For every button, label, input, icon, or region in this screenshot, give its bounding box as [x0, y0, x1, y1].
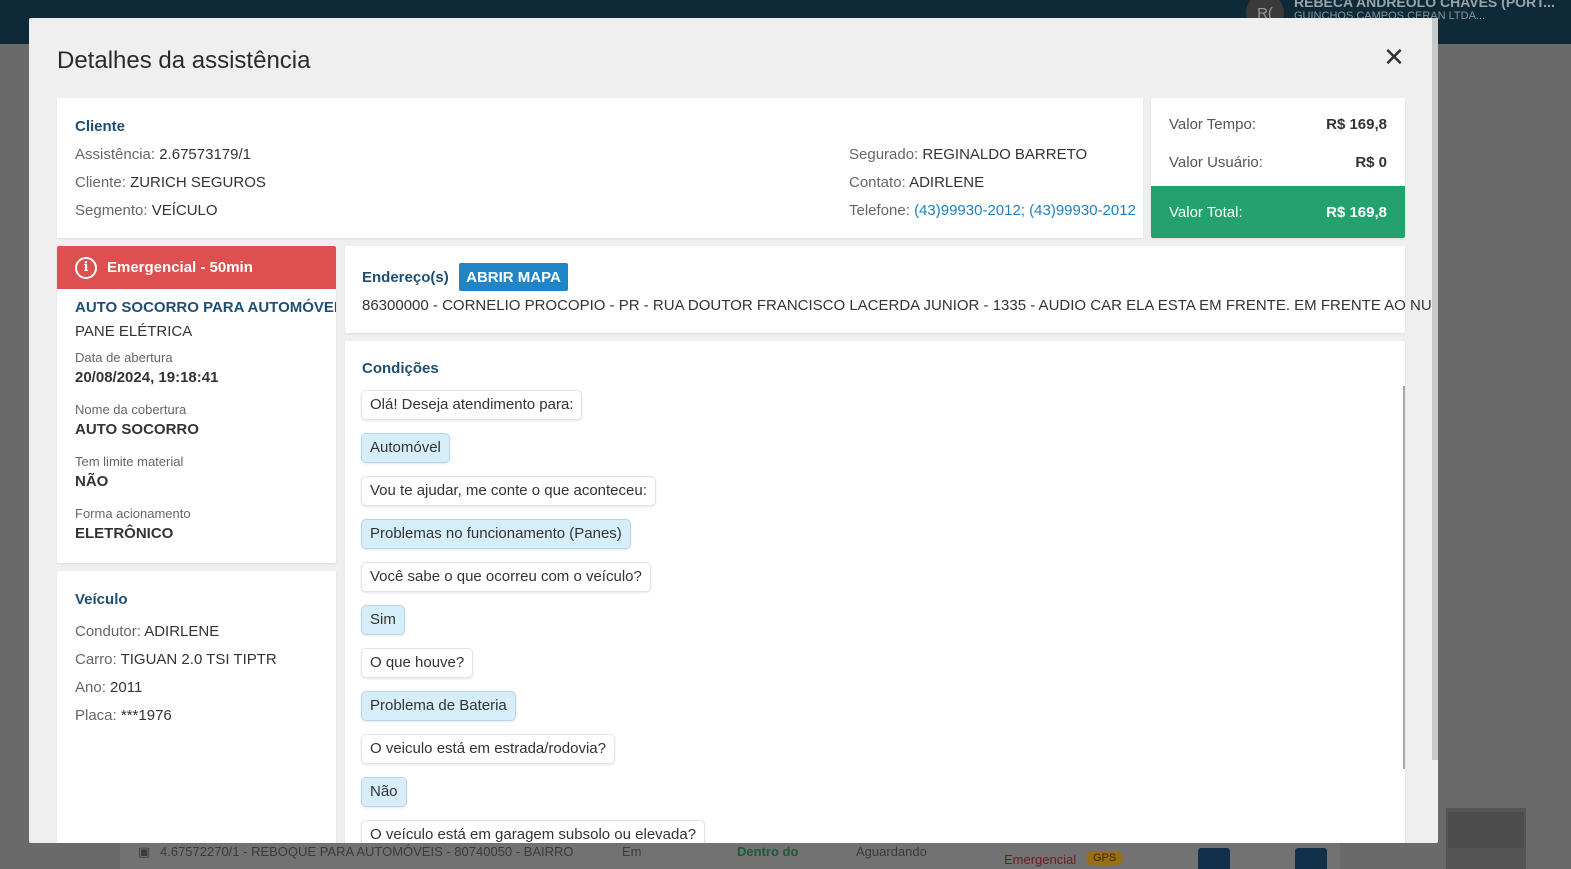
- address-text: 86300000 - CORNELIO PROCOPIO - PR - RUA …: [362, 297, 1438, 314]
- service-title: AUTO SOCORRO PARA AUTOMÓVEIS: [75, 299, 336, 316]
- background-user-name: REBECA ANDREOLO CHAVES (PORT...: [1294, 0, 1555, 10]
- question-bubble: O veículo está em garagem subsolo ou ele…: [362, 821, 705, 843]
- contact: Contato: ADIRLENE: [849, 174, 985, 191]
- assistance-details-modal: Detalhes da assistência ✕ Cliente Assist…: [29, 18, 1438, 843]
- client-card: Cliente Assistência: 2.67573179/1 Client…: [57, 98, 1143, 238]
- conditions-card: Condições Olá! Deseja atendimento para: A…: [345, 341, 1405, 843]
- question-bubble: Olá! Deseja atendimento para:: [362, 391, 582, 419]
- address-card: Endereço(s) ABRIR MAPA 86300000 - CORNEL…: [345, 246, 1438, 333]
- opening-date-field: Data de abertura 20/08/2024, 19:18:41: [75, 350, 219, 386]
- answer-bubble: Problemas no funcionamento (Panes): [362, 520, 630, 548]
- emergency-alert: i Emergencial - 50min: [57, 246, 336, 289]
- address-section-title: Endereço(s): [362, 269, 449, 286]
- assistance-number: Assistência: 2.67573179/1: [75, 146, 251, 163]
- background-row-service: 4.67572270/1 - REBOQUE PARA AUTOMÓVEIS -…: [160, 844, 574, 859]
- material-limit-field: Tem limite material NÃO: [75, 454, 184, 490]
- answer-bubble: Não: [362, 778, 406, 806]
- background-row-priority: Emergencial: [1004, 852, 1077, 867]
- answer-bubble: Automóvel: [362, 434, 449, 462]
- car-model: Carro: TIGUAN 2.0 TSI TIPTR: [75, 651, 277, 668]
- answer-bubble: Problema de Bateria: [362, 692, 515, 720]
- background-row-status1: Em: [622, 844, 642, 859]
- phone: Telefone: (43)99930-2012; (43)99930-2012: [849, 202, 1136, 219]
- modal-title: Detalhes da assistência: [57, 47, 311, 74]
- shield-warning-icon: [1486, 812, 1524, 848]
- background-row-status3: Aguardando: [856, 844, 927, 859]
- user-value-row: Valor Usuário: R$ 0: [1169, 154, 1387, 171]
- driver: Condutor: ADIRLENE: [75, 623, 220, 640]
- time-value-row: Valor Tempo: R$ 169,8: [1169, 116, 1387, 133]
- phone-link[interactable]: (43)99930-2012; (43)99930-2012: [914, 202, 1136, 219]
- coverage-field: Nome da cobertura AUTO SOCORRO: [75, 402, 199, 438]
- vehicle-section-title: Veículo: [75, 591, 128, 608]
- question-bubble: O veiculo está em estrada/rodovia?: [362, 735, 614, 763]
- license-plate: Placa: ***1976: [75, 707, 172, 724]
- background-profile-button: [1295, 848, 1327, 869]
- total-value-row: Valor Total: R$ 169,8: [1151, 186, 1405, 238]
- trigger-method-field: Forma acionamento ELETRÔNICO: [75, 506, 191, 542]
- service-subtitle: PANE ELÉTRICA: [75, 323, 193, 340]
- question-bubble: Você sabe o que ocorreu com o veículo?: [362, 563, 650, 591]
- service-card: i Emergencial - 50min AUTO SOCORRO PARA …: [57, 246, 336, 563]
- feather-icon: [1448, 812, 1486, 848]
- vehicle-card: Veículo Condutor: ADIRLENE Carro: TIGUAN…: [57, 571, 336, 843]
- background-row-car-icon: ▣: [138, 844, 151, 859]
- segment: Segmento: VEÍCULO: [75, 202, 218, 219]
- conditions-scrollbar[interactable]: [1403, 386, 1405, 769]
- client-name: Cliente: ZURICH SEGUROS: [75, 174, 266, 191]
- answer-bubble: Sim: [362, 606, 404, 634]
- insured: Segurado: REGINALDO BARRETO: [849, 146, 1088, 163]
- background-check-button: [1198, 848, 1230, 869]
- close-icon[interactable]: ✕: [1381, 44, 1407, 70]
- background-row-status2: Dentro do: [737, 844, 799, 859]
- car-year: Ano: 2011: [75, 679, 143, 696]
- background-side-panel: [1446, 808, 1526, 869]
- client-section-title: Cliente: [75, 118, 126, 135]
- background-row-badge: GPS: [1086, 851, 1124, 865]
- conditions-section-title: Condições: [362, 360, 439, 377]
- open-map-button[interactable]: ABRIR MAPA: [459, 263, 568, 291]
- info-icon: i: [75, 256, 97, 279]
- question-bubble: O que houve?: [362, 649, 473, 677]
- values-card: Valor Tempo: R$ 169,8 Valor Usuário: R$ …: [1151, 98, 1405, 238]
- question-bubble: Vou te ajudar, me conte o que aconteceu:: [362, 477, 655, 505]
- modal-scrollbar[interactable]: [1432, 18, 1438, 760]
